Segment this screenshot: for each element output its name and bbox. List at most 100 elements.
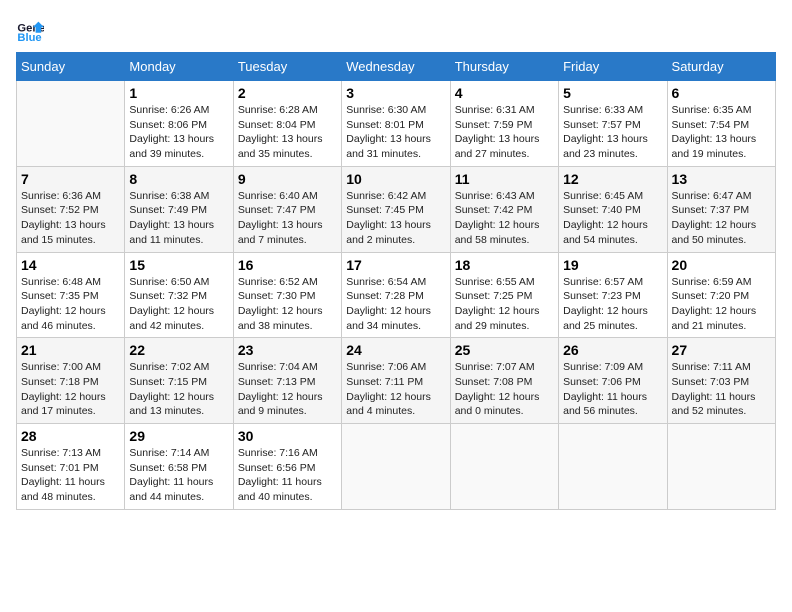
calendar-cell: 3 Sunrise: 6:30 AM Sunset: 8:01 PM Daylig… xyxy=(342,81,450,167)
weekday-header-monday: Monday xyxy=(125,53,233,81)
day-detail: Sunrise: 7:16 AM Sunset: 6:56 PM Dayligh… xyxy=(238,446,337,505)
calendar-cell: 2 Sunrise: 6:28 AM Sunset: 8:04 PM Daylig… xyxy=(233,81,341,167)
calendar-cell xyxy=(342,424,450,510)
calendar-cell: 6 Sunrise: 6:35 AM Sunset: 7:54 PM Daylig… xyxy=(667,81,775,167)
calendar-row: 7 Sunrise: 6:36 AM Sunset: 7:52 PM Daylig… xyxy=(17,166,776,252)
calendar-cell: 28 Sunrise: 7:13 AM Sunset: 7:01 PM Dayli… xyxy=(17,424,125,510)
weekday-header-tuesday: Tuesday xyxy=(233,53,341,81)
weekday-header-sunday: Sunday xyxy=(17,53,125,81)
calendar-cell xyxy=(450,424,558,510)
day-detail: Sunrise: 6:26 AM Sunset: 8:06 PM Dayligh… xyxy=(129,103,228,162)
day-number: 17 xyxy=(346,257,445,273)
day-detail: Sunrise: 6:57 AM Sunset: 7:23 PM Dayligh… xyxy=(563,275,662,334)
calendar-cell: 7 Sunrise: 6:36 AM Sunset: 7:52 PM Daylig… xyxy=(17,166,125,252)
calendar-cell xyxy=(559,424,667,510)
calendar-cell: 26 Sunrise: 7:09 AM Sunset: 7:06 PM Dayli… xyxy=(559,338,667,424)
day-detail: Sunrise: 6:42 AM Sunset: 7:45 PM Dayligh… xyxy=(346,189,445,248)
calendar-cell: 13Sunrise: 6:47 AM Sunset: 7:37 PM Dayli… xyxy=(667,166,775,252)
weekday-header-wednesday: Wednesday xyxy=(342,53,450,81)
calendar-cell: 22 Sunrise: 7:02 AM Sunset: 7:15 PM Dayli… xyxy=(125,338,233,424)
day-detail: Sunrise: 7:13 AM Sunset: 7:01 PM Dayligh… xyxy=(21,446,120,505)
calendar-cell: 30 Sunrise: 7:16 AM Sunset: 6:56 PM Dayli… xyxy=(233,424,341,510)
day-number: 21 xyxy=(21,342,120,358)
calendar-row: 21Sunrise: 7:00 AM Sunset: 7:18 PM Dayli… xyxy=(17,338,776,424)
day-number: 7 xyxy=(21,171,120,187)
day-number: 9 xyxy=(238,171,337,187)
day-number: 14 xyxy=(21,257,120,273)
calendar-cell: 23 Sunrise: 7:04 AM Sunset: 7:13 PM Dayli… xyxy=(233,338,341,424)
calendar-cell: 15 Sunrise: 6:50 AM Sunset: 7:32 PM Dayli… xyxy=(125,252,233,338)
calendar-cell: 8Sunrise: 6:38 AM Sunset: 7:49 PM Daylig… xyxy=(125,166,233,252)
day-number: 2 xyxy=(238,85,337,101)
day-number: 24 xyxy=(346,342,445,358)
weekday-header-friday: Friday xyxy=(559,53,667,81)
calendar-cell: 25Sunrise: 7:07 AM Sunset: 7:08 PM Dayli… xyxy=(450,338,558,424)
calendar-row: 28 Sunrise: 7:13 AM Sunset: 7:01 PM Dayli… xyxy=(17,424,776,510)
logo: General Blue xyxy=(16,16,48,44)
calendar-cell: 27 Sunrise: 7:11 AM Sunset: 7:03 PM Dayli… xyxy=(667,338,775,424)
calendar-cell: 20 Sunrise: 6:59 AM Sunset: 7:20 PM Dayli… xyxy=(667,252,775,338)
calendar-cell: 24 Sunrise: 7:06 AM Sunset: 7:11 PM Dayli… xyxy=(342,338,450,424)
day-detail: Sunrise: 6:40 AM Sunset: 7:47 PM Dayligh… xyxy=(238,189,337,248)
day-detail: Sunrise: 7:14 AM Sunset: 6:58 PM Dayligh… xyxy=(129,446,228,505)
day-number: 10 xyxy=(346,171,445,187)
day-detail: Sunrise: 6:43 AM Sunset: 7:42 PM Dayligh… xyxy=(455,189,554,248)
calendar-row: 1 Sunrise: 6:26 AM Sunset: 8:06 PM Daylig… xyxy=(17,81,776,167)
day-number: 18 xyxy=(455,257,554,273)
day-number: 19 xyxy=(563,257,662,273)
day-detail: Sunrise: 6:28 AM Sunset: 8:04 PM Dayligh… xyxy=(238,103,337,162)
day-detail: Sunrise: 6:35 AM Sunset: 7:54 PM Dayligh… xyxy=(672,103,771,162)
day-number: 25 xyxy=(455,342,554,358)
day-number: 12 xyxy=(563,171,662,187)
calendar-cell: 29 Sunrise: 7:14 AM Sunset: 6:58 PM Dayli… xyxy=(125,424,233,510)
day-detail: Sunrise: 7:09 AM Sunset: 7:06 PM Dayligh… xyxy=(563,360,662,419)
day-detail: Sunrise: 6:45 AM Sunset: 7:40 PM Dayligh… xyxy=(563,189,662,248)
day-detail: Sunrise: 6:55 AM Sunset: 7:25 PM Dayligh… xyxy=(455,275,554,334)
calendar-cell xyxy=(667,424,775,510)
day-detail: Sunrise: 6:50 AM Sunset: 7:32 PM Dayligh… xyxy=(129,275,228,334)
svg-text:Blue: Blue xyxy=(17,32,41,44)
day-number: 29 xyxy=(129,428,228,444)
day-number: 1 xyxy=(129,85,228,101)
day-detail: Sunrise: 6:30 AM Sunset: 8:01 PM Dayligh… xyxy=(346,103,445,162)
day-detail: Sunrise: 6:54 AM Sunset: 7:28 PM Dayligh… xyxy=(346,275,445,334)
day-detail: Sunrise: 6:33 AM Sunset: 7:57 PM Dayligh… xyxy=(563,103,662,162)
day-number: 23 xyxy=(238,342,337,358)
weekday-header-row: SundayMondayTuesdayWednesdayThursdayFrid… xyxy=(17,53,776,81)
calendar-row: 14Sunrise: 6:48 AM Sunset: 7:35 PM Dayli… xyxy=(17,252,776,338)
calendar-cell: 16Sunrise: 6:52 AM Sunset: 7:30 PM Dayli… xyxy=(233,252,341,338)
weekday-header-thursday: Thursday xyxy=(450,53,558,81)
day-detail: Sunrise: 7:02 AM Sunset: 7:15 PM Dayligh… xyxy=(129,360,228,419)
day-detail: Sunrise: 6:47 AM Sunset: 7:37 PM Dayligh… xyxy=(672,189,771,248)
day-number: 5 xyxy=(563,85,662,101)
day-number: 11 xyxy=(455,171,554,187)
calendar-cell: 11 Sunrise: 6:43 AM Sunset: 7:42 PM Dayli… xyxy=(450,166,558,252)
day-number: 6 xyxy=(672,85,771,101)
day-number: 30 xyxy=(238,428,337,444)
day-detail: Sunrise: 6:31 AM Sunset: 7:59 PM Dayligh… xyxy=(455,103,554,162)
day-detail: Sunrise: 6:59 AM Sunset: 7:20 PM Dayligh… xyxy=(672,275,771,334)
calendar-cell: 5 Sunrise: 6:33 AM Sunset: 7:57 PM Daylig… xyxy=(559,81,667,167)
day-number: 8 xyxy=(129,171,228,187)
logo-icon: General Blue xyxy=(16,16,44,44)
day-number: 15 xyxy=(129,257,228,273)
day-detail: Sunrise: 6:36 AM Sunset: 7:52 PM Dayligh… xyxy=(21,189,120,248)
calendar-cell: 21Sunrise: 7:00 AM Sunset: 7:18 PM Dayli… xyxy=(17,338,125,424)
day-number: 28 xyxy=(21,428,120,444)
day-detail: Sunrise: 7:06 AM Sunset: 7:11 PM Dayligh… xyxy=(346,360,445,419)
calendar-cell: 4 Sunrise: 6:31 AM Sunset: 7:59 PM Daylig… xyxy=(450,81,558,167)
calendar-cell: 12 Sunrise: 6:45 AM Sunset: 7:40 PM Dayli… xyxy=(559,166,667,252)
header: General Blue xyxy=(16,16,776,44)
calendar-cell: 9 Sunrise: 6:40 AM Sunset: 7:47 PM Daylig… xyxy=(233,166,341,252)
day-number: 4 xyxy=(455,85,554,101)
calendar-cell: 17 Sunrise: 6:54 AM Sunset: 7:28 PM Dayli… xyxy=(342,252,450,338)
day-number: 22 xyxy=(129,342,228,358)
calendar-table: SundayMondayTuesdayWednesdayThursdayFrid… xyxy=(16,52,776,510)
calendar-cell: 19 Sunrise: 6:57 AM Sunset: 7:23 PM Dayli… xyxy=(559,252,667,338)
day-detail: Sunrise: 7:11 AM Sunset: 7:03 PM Dayligh… xyxy=(672,360,771,419)
day-number: 3 xyxy=(346,85,445,101)
day-number: 20 xyxy=(672,257,771,273)
day-number: 27 xyxy=(672,342,771,358)
day-number: 26 xyxy=(563,342,662,358)
day-detail: Sunrise: 7:04 AM Sunset: 7:13 PM Dayligh… xyxy=(238,360,337,419)
